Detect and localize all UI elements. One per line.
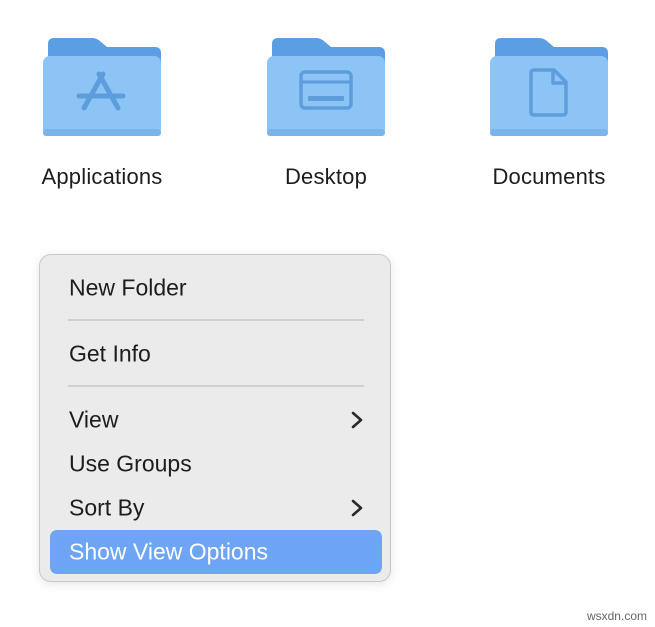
menu-item-new-folder[interactable]: New Folder [50,266,382,310]
finder-window: Applications Desktop Documents New Folde… [0,0,655,627]
folder-label: Documents [492,164,606,189]
menu-item-show-view-options[interactable]: Show View Options [50,530,382,574]
folder-icon [490,38,608,136]
menu-item-view[interactable]: View [50,398,382,442]
folder-icon [267,38,385,136]
menu-separator [68,385,364,387]
menu-item-label: View [69,406,119,433]
menu-item-get-info[interactable]: Get Info [50,332,382,376]
menu-item-label: Sort By [69,494,145,521]
menu-item-label: Use Groups [69,450,192,477]
folder-label: Applications [41,164,163,189]
chevron-right-icon [351,499,363,517]
watermark: wsxdn.com [586,609,647,623]
menu-item-use-groups[interactable]: Use Groups [50,442,382,486]
menu-item-label: Get Info [69,340,151,367]
folder-desktop[interactable]: Desktop [236,0,416,200]
folder-icon [43,38,161,136]
menu-separator [68,319,364,321]
menu-item-label: Show View Options [69,538,269,565]
context-menu: New Folder Get Info View Use Groups Sort… [39,254,391,582]
folder-documents[interactable]: Documents [459,0,639,200]
folder-label: Desktop [284,164,368,189]
menu-item-sort-by[interactable]: Sort By [50,486,382,530]
menu-item-label: New Folder [69,274,187,301]
folder-applications[interactable]: Applications [12,0,192,200]
chevron-right-icon [351,411,363,429]
